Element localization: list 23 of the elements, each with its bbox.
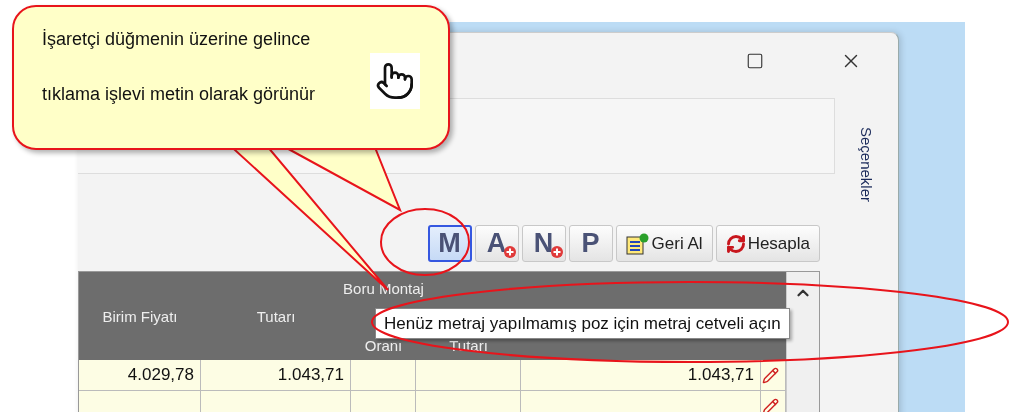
hand-pointer-icon — [370, 53, 420, 109]
table-cell: 1.043,71 — [687, 365, 754, 385]
table-cell: 1.043,71 — [277, 365, 344, 385]
refresh-icon — [725, 233, 746, 254]
maximize-icon — [746, 52, 764, 70]
pencil-icon[interactable] — [762, 366, 779, 384]
undo-button[interactable]: Geri Al — [615, 225, 713, 262]
callout-text: tıklama işlevi metin olarak görünür — [42, 84, 317, 105]
table-cell: 4.029,78 — [127, 365, 194, 385]
side-tab[interactable]: Seçenekler — [858, 127, 875, 203]
letter-button[interactable]: P — [568, 225, 613, 262]
list-add-icon — [625, 232, 650, 255]
calculate-button[interactable]: Hesapla — [715, 225, 820, 262]
column-header: Boru Montaj — [343, 280, 424, 297]
letter-button[interactable]: N — [521, 225, 566, 262]
column-header: Birim Fiyatı — [102, 307, 178, 325]
callout-text: İşaretçi düğmenin üzerine gelince — [42, 29, 312, 50]
column-header: Tutarı — [256, 307, 296, 325]
letter-button[interactable]: A — [474, 225, 519, 262]
letter-button[interactable]: M — [427, 225, 472, 262]
tooltip: Henüz metraj yapılmamış poz için metraj cetveli açın — [375, 308, 790, 339]
pencil-icon[interactable] — [762, 397, 779, 412]
column-header: Oranı — [364, 337, 403, 354]
